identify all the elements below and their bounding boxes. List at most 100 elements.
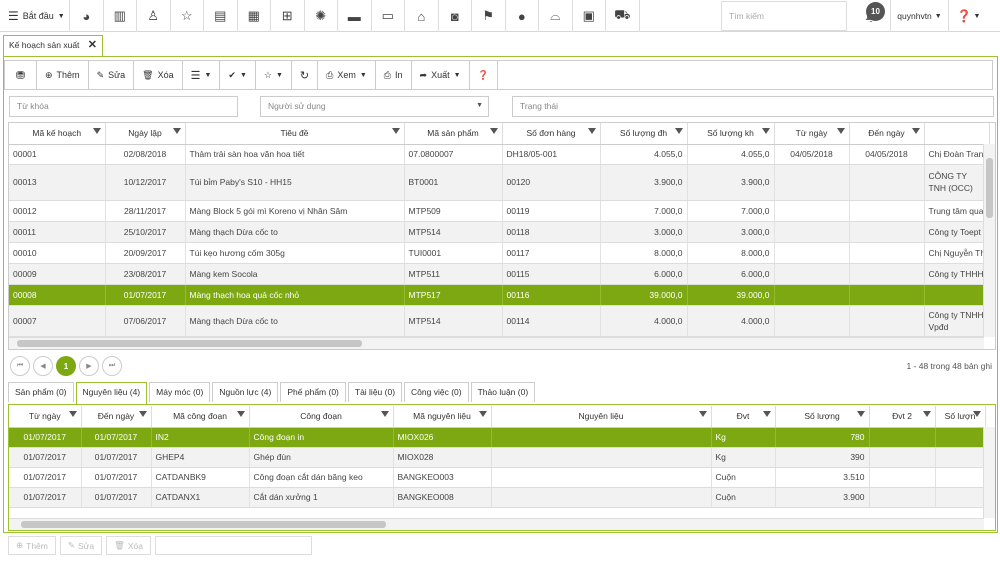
scroll-thumb[interactable] xyxy=(17,340,362,347)
export-button[interactable]: ➦ Xuất ▼ xyxy=(412,61,470,89)
table-row[interactable]: 00007 07/06/2017 Màng thạch Dừa cốc to MTP5… xyxy=(9,305,991,337)
column-header[interactable]: Từ ngày xyxy=(774,123,850,145)
first-page-button[interactable]: ⏮ xyxy=(10,356,30,376)
refresh-button[interactable]: ↻ xyxy=(292,61,319,89)
help-button[interactable]: ❓ xyxy=(470,61,498,89)
filter-icon[interactable] xyxy=(762,411,771,417)
nav-card-button[interactable]: ▬ xyxy=(338,0,372,32)
column-header[interactable]: Tiêu đề xyxy=(185,123,405,145)
nav-calendar-button[interactable]: ▦ xyxy=(238,0,271,32)
table-row[interactable]: 00009 23/08/2017 Màng kem Socola MTP511 0011… xyxy=(9,263,991,285)
column-header[interactable]: Mã nguyên liệu xyxy=(393,406,492,428)
table-row[interactable]: 00013 10/12/2017 Túi bỉm Paby's S10 - HH15… xyxy=(9,164,991,201)
binoculars-button[interactable]: ⛃ xyxy=(5,61,37,89)
star-menu-button[interactable]: ☆ ▼ xyxy=(256,61,292,89)
current-page-button[interactable]: 1 xyxy=(56,356,76,376)
column-header[interactable]: Mã kế hoạch xyxy=(9,123,106,145)
horizontal-scrollbar[interactable] xyxy=(9,337,984,349)
nav-person-outline-button[interactable]: ♙ xyxy=(137,0,171,32)
scroll-thumb[interactable] xyxy=(986,158,993,218)
nav-briefcase-button[interactable]: ▣ xyxy=(573,0,606,32)
scroll-thumb[interactable] xyxy=(21,521,386,528)
filter-icon[interactable] xyxy=(587,128,596,134)
subtab-7[interactable]: Thảo luận (0) xyxy=(470,382,536,402)
nav-spinner-button[interactable]: ✺ xyxy=(305,0,338,32)
nav-money-button[interactable]: ◙ xyxy=(439,0,472,32)
nav-bookmark-button[interactable]: ⚑ xyxy=(472,0,506,32)
keyword-filter-input[interactable]: Từ khóa xyxy=(9,96,238,117)
nav-list-button[interactable]: ▤ xyxy=(204,0,238,32)
vertical-scrollbar[interactable] xyxy=(983,427,995,518)
column-header[interactable]: Đến ngày xyxy=(849,123,925,145)
table-row[interactable]: 00001 02/08/2018 Thảm trải sàn hoa văn hoa… xyxy=(9,144,991,165)
column-header[interactable]: Đvt 2 xyxy=(869,406,936,428)
column-header[interactable]: Số lượng đh xyxy=(600,123,688,145)
user-filter-select[interactable]: Người sử dụng ▼ xyxy=(260,96,489,117)
filter-icon[interactable] xyxy=(92,128,101,134)
status-filter-input[interactable]: Trạng thái xyxy=(512,96,994,117)
filter-icon[interactable] xyxy=(972,411,981,417)
filter-icon[interactable] xyxy=(478,411,487,417)
column-header[interactable]: Nguyên liệu xyxy=(491,406,712,428)
filter-icon[interactable] xyxy=(674,128,683,134)
filter-icon[interactable] xyxy=(911,128,920,134)
subtab-5[interactable]: Tài liệu (0) xyxy=(347,382,403,402)
column-header[interactable]: Từ ngày xyxy=(9,406,82,428)
filter-icon[interactable] xyxy=(489,128,498,134)
help-menu-button[interactable]: ❓ ▼ xyxy=(948,0,988,32)
tab-ke-hoach-san-xuat[interactable]: Kế hoạch sản xuất ✕ xyxy=(3,35,103,56)
table-row[interactable]: 00011 25/10/2017 Màng thạch Dừa cốc to MTP5… xyxy=(9,221,991,243)
detail-add-button[interactable]: ⊕ Thêm xyxy=(8,536,56,555)
list-menu-button[interactable]: ☰ ▼ xyxy=(183,61,221,89)
column-header[interactable]: Mã sản phẩm xyxy=(404,123,503,145)
detail-text-input[interactable] xyxy=(155,536,312,555)
nav-star-button[interactable]: ☆ xyxy=(171,0,204,32)
filter-icon[interactable] xyxy=(236,411,245,417)
start-menu-button[interactable]: ☰ Bắt đầu ▼ xyxy=(0,0,70,32)
add-button[interactable]: ⊕ Thêm xyxy=(37,61,89,89)
filter-icon[interactable] xyxy=(172,128,181,134)
filter-icon[interactable] xyxy=(391,128,400,134)
filter-icon[interactable] xyxy=(856,411,865,417)
detail-delete-button[interactable]: 🗑 Xóa xyxy=(106,536,151,555)
horizontal-scrollbar[interactable] xyxy=(9,518,984,530)
nav-bar-chart-button[interactable]: ▥ xyxy=(104,0,137,32)
next-page-button[interactable]: ▶ xyxy=(79,356,99,376)
table-row[interactable]: 00008 01/07/2017 Màng thạch hoa quả cốc nh… xyxy=(9,284,991,306)
column-header[interactable]: Số lượn xyxy=(935,406,986,428)
column-header[interactable]: Số lượng kh xyxy=(687,123,775,145)
edit-button[interactable]: ✎ Sửa xyxy=(89,61,135,89)
subtab-6[interactable]: Công việc (0) xyxy=(404,382,469,402)
print-button[interactable]: ⎙ In xyxy=(376,61,412,89)
filter-icon[interactable] xyxy=(761,128,770,134)
filter-icon[interactable] xyxy=(922,411,931,417)
subtab-2[interactable]: Máy móc (0) xyxy=(149,382,211,402)
column-header[interactable]: Số lượng xyxy=(775,406,870,428)
table-row[interactable]: 00010 20/09/2017 Túi kẹo hương cốm 305g TUI… xyxy=(9,242,991,264)
prev-page-button[interactable]: ◀ xyxy=(33,356,53,376)
table-row[interactable]: 01/07/2017 01/07/2017 CATDANBK9 Công đoạn c… xyxy=(9,467,986,488)
column-header[interactable]: Đến ngày xyxy=(81,406,152,428)
column-header[interactable]: Công đoạn xyxy=(249,406,394,428)
subtab-0[interactable]: Sản phẩm (0) xyxy=(8,382,74,402)
column-header[interactable]: Ngày lập xyxy=(105,123,186,145)
subtab-3[interactable]: Nguồn lực (4) xyxy=(212,382,279,402)
close-icon[interactable]: ✕ xyxy=(88,38,97,51)
subtab-1[interactable]: Nguyên liệu (4) xyxy=(75,382,148,404)
column-header[interactable]: Đvt xyxy=(711,406,776,428)
table-row[interactable]: 01/07/2017 01/07/2017 CATDANX1 Cắt dán xưởn… xyxy=(9,487,986,508)
view-button[interactable]: ⎙ Xem ▼ xyxy=(318,61,376,89)
user-menu[interactable]: quynhvtn ▼ xyxy=(890,0,948,32)
column-header[interactable] xyxy=(924,123,991,145)
filter-icon[interactable] xyxy=(138,411,147,417)
nav-credit-card-button[interactable]: ▭ xyxy=(372,0,405,32)
nav-dashboard-button[interactable]: ◕ xyxy=(70,0,104,32)
filter-icon[interactable] xyxy=(836,128,845,134)
last-page-button[interactable]: ⏭ xyxy=(102,356,122,376)
detail-edit-button[interactable]: ✎ Sửa xyxy=(59,536,103,555)
nav-bank-button[interactable]: ⌂ xyxy=(405,0,439,32)
nav-cart-button[interactable]: ⛟ xyxy=(606,0,640,32)
vertical-scrollbar[interactable] xyxy=(983,144,995,337)
table-row[interactable]: 01/07/2017 01/07/2017 IN2 Công đoạn in MIOX0… xyxy=(9,427,986,448)
subtab-4[interactable]: Phế phẩm (0) xyxy=(280,382,346,402)
